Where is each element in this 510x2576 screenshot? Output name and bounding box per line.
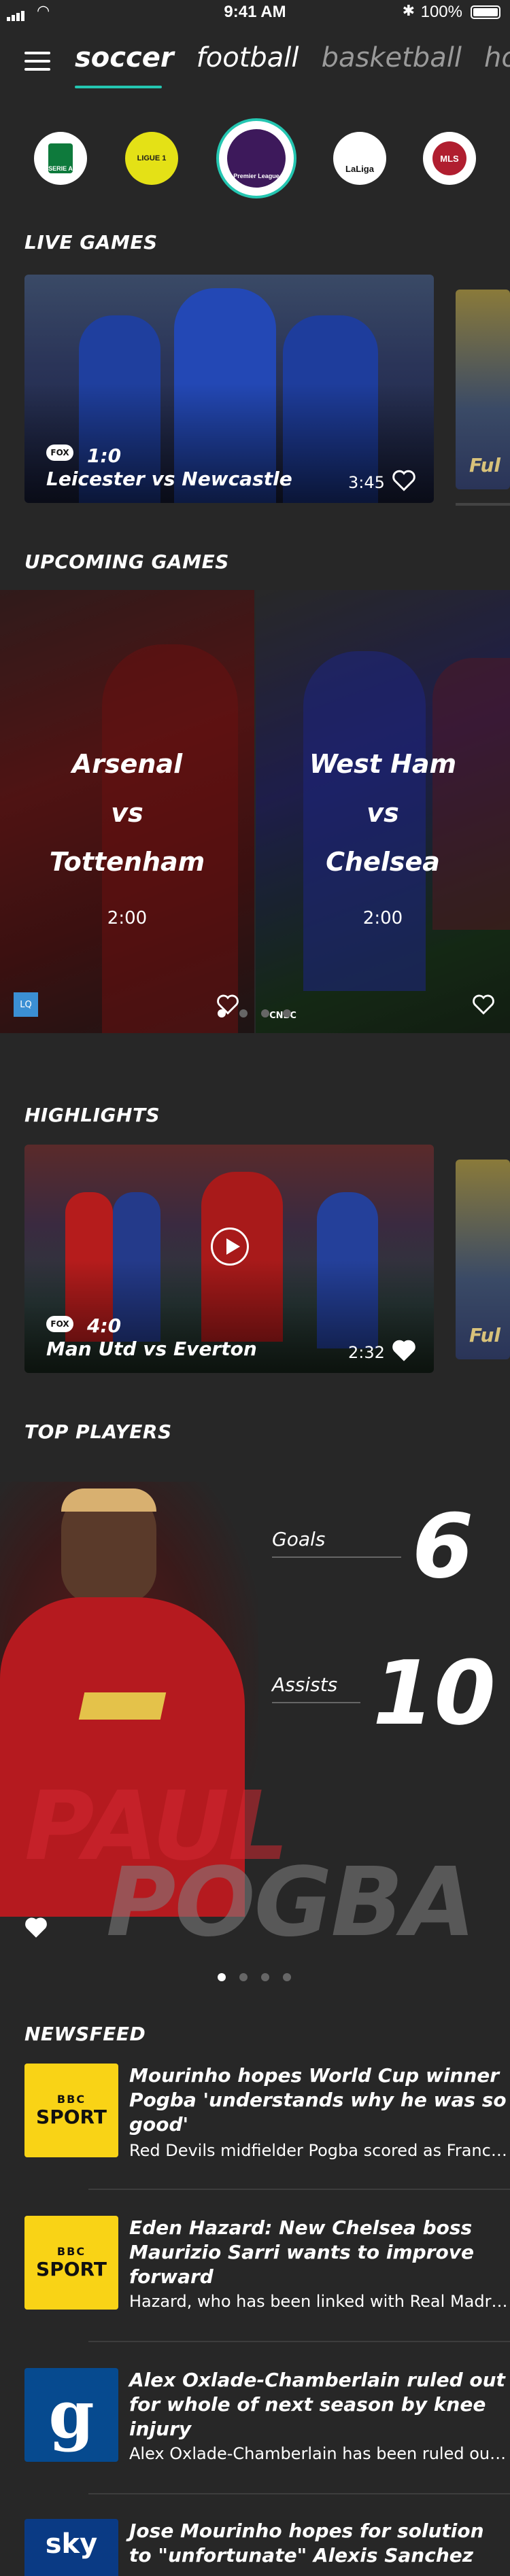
bluetooth-icon: ✱ [402, 3, 415, 20]
guardian-logo-icon: g [24, 2368, 118, 2462]
tab-football[interactable]: football [197, 42, 299, 73]
bbc-sport-logo-icon: BBC SPORT [24, 2064, 118, 2157]
news-summary: Red Devils midfielder Pogba scored as Fr… [129, 2141, 510, 2160]
tab-hockey[interactable]: hoc [484, 42, 510, 73]
live-teams: Leicester vs Newcastle [46, 468, 292, 490]
highlight-score: 4:0 [87, 1315, 122, 1337]
heart-outline-icon[interactable] [472, 994, 495, 1015]
section-title-live-games: LIVE GAMES [24, 231, 158, 254]
highlight-card-next[interactable]: Ful [456, 1160, 510, 1359]
status-bar: ◠ 9:41 AM ✱ 100% [0, 0, 510, 27]
news-summary: Hazard, who has been linked with Real Ma… [129, 2292, 510, 2311]
vs-label: vs [111, 798, 143, 828]
away-team: Tottenham [49, 847, 205, 877]
bbc-sport-logo-icon: BBC SPORT [24, 2216, 118, 2310]
game-time: 2:00 [362, 908, 403, 928]
stat-value-assists: 10 [373, 1641, 496, 1745]
news-title: Eden Hazard: New Chelsea boss Maurizio S… [129, 2216, 474, 2288]
highlight-card[interactable]: FOX 4:0 Man Utd vs Everton 2:32 [24, 1145, 434, 1373]
highlight-teams: Ful [469, 1324, 500, 1346]
heart-filled-icon[interactable] [24, 1917, 48, 1938]
section-title-newsfeed: NEWSFEED [24, 2023, 146, 2045]
news-summary: Alex Oxlade-Chamberlain has been ruled o… [129, 2444, 510, 2463]
tab-soccer[interactable]: soccer [75, 42, 174, 73]
league-selector: SERIE A LIGUE 1 Premier League LaLiga ML… [0, 116, 510, 204]
news-title: Mourinho hopes World Cup winner Pogba 'u… [129, 2064, 507, 2136]
live-teams: Ful [469, 454, 500, 476]
active-tab-indicator [75, 86, 162, 88]
upcoming-game-card[interactable]: Arsenal vs Tottenham 2:00 LQ [0, 590, 254, 1033]
away-team: Chelsea [326, 847, 440, 877]
section-title-upcoming-games: UPCOMING GAMES [24, 551, 229, 573]
news-title: Alex Oxlade-Chamberlain ruled out for wh… [129, 2369, 505, 2440]
section-title-highlights: HIGHLIGHTS [24, 1104, 160, 1126]
upcoming-game-card[interactable]: West Ham vs Chelsea 2:00 CNBC [256, 590, 510, 1033]
news-title: Jose Mourinho hopes for solution to "unf… [129, 2520, 484, 2566]
upcoming-pagination-dots[interactable] [218, 1007, 305, 1017]
sports-tabs: soccer football basketball hoc [75, 42, 510, 83]
network-logo-icon: LQ [14, 992, 38, 1017]
highlight-teams: Man Utd vs Everton [46, 1338, 257, 1360]
section-title-top-players: TOP PLAYERS [24, 1421, 172, 1443]
home-team: West Ham [309, 749, 457, 779]
battery-icon [471, 5, 500, 19]
sky-sports-logo-icon: sky [24, 2519, 118, 2576]
news-item[interactable]: BBC SPORT Eden Hazard: New Chelsea boss … [24, 2216, 510, 2345]
network-fox-icon: FOX [46, 445, 73, 461]
stat-value-goals: 6 [412, 1495, 474, 1598]
top-players-pagination-dots[interactable] [218, 1971, 305, 1981]
stat-label-assists: Assists [272, 1673, 338, 1696]
serie-a-logo-icon: SERIE A [48, 143, 73, 173]
laliga-logo-icon: LaLiga [345, 163, 374, 174]
heart-outline-icon[interactable] [392, 469, 416, 492]
tab-basketball[interactable]: basketball [322, 42, 462, 73]
mls-logo-icon: MLS [432, 141, 466, 175]
league-laliga[interactable]: LaLiga [333, 132, 386, 185]
league-premier-league[interactable]: Premier League [216, 118, 296, 198]
league-serie-a[interactable]: SERIE A [34, 132, 87, 185]
live-game-card[interactable]: FOX 1:0 Leicester vs Newcastle 3:45 [24, 275, 434, 503]
premier-league-lion-icon: Premier League [227, 129, 286, 188]
ligue-1-logo-icon: LIGUE 1 [137, 154, 167, 162]
sponsor-logo-icon [78, 1692, 167, 1720]
top-player-card[interactable]: Goals 6 Assists 10 PAUL POGBA [0, 1461, 510, 1957]
game-time: 2:00 [107, 908, 148, 928]
stat-label-goals: Goals [272, 1528, 326, 1550]
play-button-icon[interactable] [211, 1228, 249, 1266]
menu-icon[interactable] [24, 52, 50, 71]
news-item[interactable]: g Alex Oxlade-Chamberlain ruled out for … [24, 2368, 510, 2497]
news-item[interactable]: BBC SPORT Mourinho hopes World Cup winne… [24, 2064, 510, 2193]
league-ligue-1[interactable]: LIGUE 1 [125, 132, 178, 185]
live-game-card-next[interactable]: Ful [456, 290, 510, 489]
player-last-name: POGBA [106, 1847, 476, 1958]
vs-label: vs [367, 798, 399, 828]
live-score: 1:0 [87, 445, 122, 467]
network-fox-icon: FOX [46, 1316, 73, 1332]
live-time: 3:45 [348, 473, 385, 492]
news-item[interactable]: sky Jose Mourinho hopes for solution to … [24, 2519, 510, 2576]
home-team: Arsenal [71, 749, 183, 779]
highlight-time: 2:32 [348, 1343, 385, 1362]
battery-percent: 100% [420, 3, 462, 21]
league-mls[interactable]: MLS [423, 132, 476, 185]
heart-filled-icon[interactable] [392, 1339, 416, 1362]
